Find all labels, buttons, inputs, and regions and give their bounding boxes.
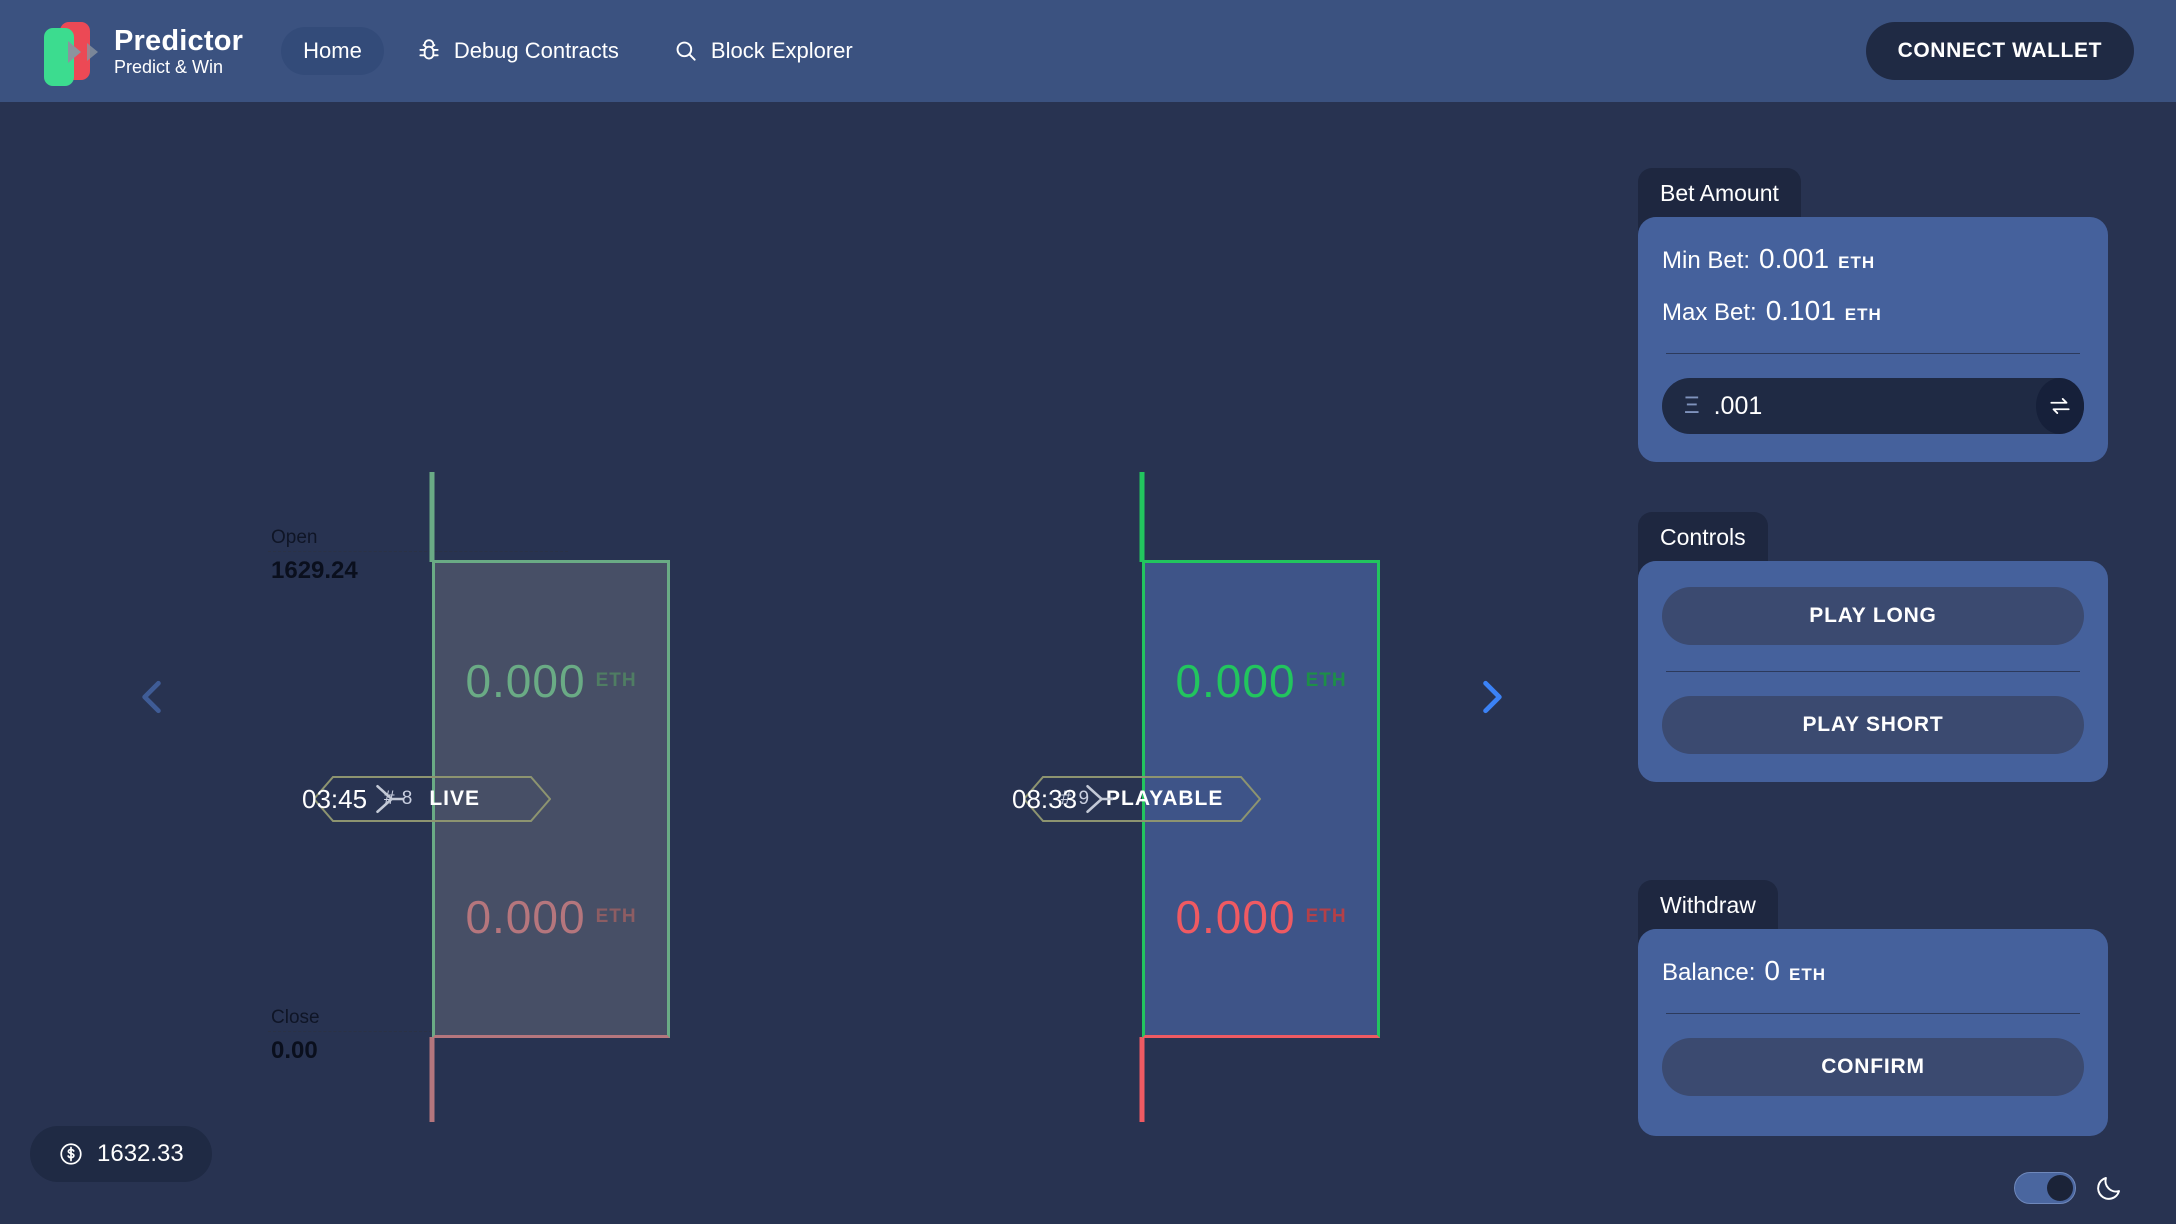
dollar-circle-icon	[60, 1143, 82, 1165]
candle-body: 0.000 ETH 0.000 ETH	[432, 560, 670, 1038]
timer-arrow-icon	[376, 784, 404, 814]
moon-icon	[2097, 1177, 2120, 1200]
min-bet-row: Min Bet: 0.001 ETH	[1662, 243, 2084, 275]
ethereum-icon: Ξ	[1684, 392, 1700, 419]
open-dashed-line	[268, 551, 568, 552]
candle-long-unit: ETH	[595, 670, 637, 691]
bet-amount-input[interactable]	[1699, 391, 2036, 421]
play-short-button[interactable]: PLAY SHORT	[1662, 696, 2084, 754]
round-timer: 08:33	[1012, 777, 1114, 821]
candle-short-pool: 0.000 ETH	[435, 799, 667, 1035]
candle-short-unit: ETH	[595, 906, 637, 927]
balance-unit: ETH	[1788, 965, 1826, 984]
candle-wick-top	[1139, 472, 1145, 562]
round-timer-value: 08:33	[1012, 783, 1078, 814]
close-value: 0.00	[271, 1037, 318, 1064]
min-bet-label: Min Bet:	[1662, 247, 1751, 274]
nav-item-block-explorer-label: Block Explorer	[710, 38, 853, 63]
play-long-button[interactable]: PLAY LONG	[1662, 587, 2084, 645]
round-timer-value: 03:45	[302, 783, 368, 814]
candle-short-unit: ETH	[1305, 906, 1347, 927]
withdraw-panel-divider	[1666, 1013, 2080, 1014]
candle-wick-bottom	[429, 1037, 435, 1122]
brand-title: Predictor	[114, 24, 244, 57]
candle-long-unit: ETH	[1305, 670, 1347, 691]
nav-item-debug-contracts-label: Debug Contracts	[453, 38, 619, 63]
candle-long-amount: 0.000	[1175, 655, 1296, 707]
bug-icon	[416, 38, 442, 64]
candle-wick-top	[429, 472, 435, 562]
connect-wallet-button[interactable]: CONNECT WALLET	[1865, 22, 2134, 80]
brand-logo[interactable]: Predictor Predict & Win	[42, 20, 244, 86]
swap-arrows-icon	[2050, 398, 2070, 414]
balance-value: 0	[1764, 955, 1780, 986]
chevron-left-icon	[142, 680, 161, 714]
logo-arrow-secondary-icon	[87, 43, 98, 61]
brand-subtitle: Predict & Win	[114, 57, 224, 78]
top-navigation-bar: Predictor Predict & Win Home Debug Contr…	[0, 0, 2176, 102]
logo-arrow-icon	[68, 41, 81, 63]
main-nav: Home Debug Contracts Block Explorer	[281, 27, 875, 75]
current-price-badge[interactable]: 1632.33	[30, 1126, 212, 1182]
nav-item-home[interactable]: Home	[281, 27, 384, 75]
balance-label: Balance:	[1662, 959, 1756, 986]
side-panel-rail: Bet Amount Min Bet: 0.001 ETH Max Bet: 0…	[1630, 102, 2176, 1224]
switch-knob	[2047, 1175, 2073, 1201]
dark-mode-switch[interactable]	[2014, 1172, 2076, 1204]
nav-item-block-explorer[interactable]: Block Explorer	[651, 27, 875, 75]
max-bet-unit: ETH	[1844, 305, 1882, 324]
balance-row: Balance: 0 ETH	[1662, 955, 2084, 987]
round-timer: 03:45	[302, 777, 404, 821]
candle-long-pool: 0.000 ETH	[1145, 563, 1377, 799]
controls-panel: Controls PLAY LONG PLAY SHORT	[1638, 512, 2108, 782]
candle-long-pool: 0.000 ETH	[435, 563, 667, 799]
max-bet-value: 0.101	[1765, 295, 1836, 326]
search-icon	[673, 38, 699, 64]
swap-currency-button[interactable]	[2035, 378, 2084, 434]
candle-short-amount: 0.000	[1175, 891, 1296, 943]
open-label: Open	[271, 527, 318, 548]
min-bet-value: 0.001	[1759, 243, 1830, 274]
nav-item-home-label: Home	[303, 38, 362, 63]
candle-long-amount: 0.000	[465, 655, 586, 707]
theme-toggle-group	[2014, 1172, 2124, 1204]
bet-amount-input-group: Ξ	[1662, 378, 2084, 434]
controls-panel-divider	[1666, 671, 2080, 672]
withdraw-panel: Withdraw Balance: 0 ETH CONFIRM	[1638, 880, 2108, 1136]
candle-body: 0.000 ETH 0.000 ETH	[1142, 560, 1380, 1038]
max-bet-row: Max Bet: 0.101 ETH	[1662, 295, 2084, 327]
confirm-withdraw-button[interactable]: CONFIRM	[1662, 1038, 2084, 1096]
current-price-value: 1632.33	[97, 1140, 184, 1167]
candle-chart-area: Open 1629.24 Close 0.00 0.000 ETH 0.000 …	[0, 102, 1630, 1224]
min-bet-unit: ETH	[1838, 253, 1876, 272]
candle-short-pool: 0.000 ETH	[1145, 799, 1377, 1035]
app-logo-icon	[42, 20, 98, 86]
chevron-right-icon	[1483, 680, 1502, 714]
candle-short-amount: 0.000	[465, 891, 586, 943]
bet-amount-panel: Bet Amount Min Bet: 0.001 ETH Max Bet: 0…	[1638, 168, 2108, 462]
timer-arrow-icon	[1086, 784, 1114, 814]
candle-wick-bottom	[1139, 1037, 1145, 1122]
nav-item-debug-contracts[interactable]: Debug Contracts	[394, 27, 641, 75]
next-round-button[interactable]	[1470, 675, 1514, 719]
max-bet-label: Max Bet:	[1662, 299, 1757, 326]
bet-panel-divider	[1666, 353, 2080, 354]
previous-round-button[interactable]	[130, 675, 174, 719]
